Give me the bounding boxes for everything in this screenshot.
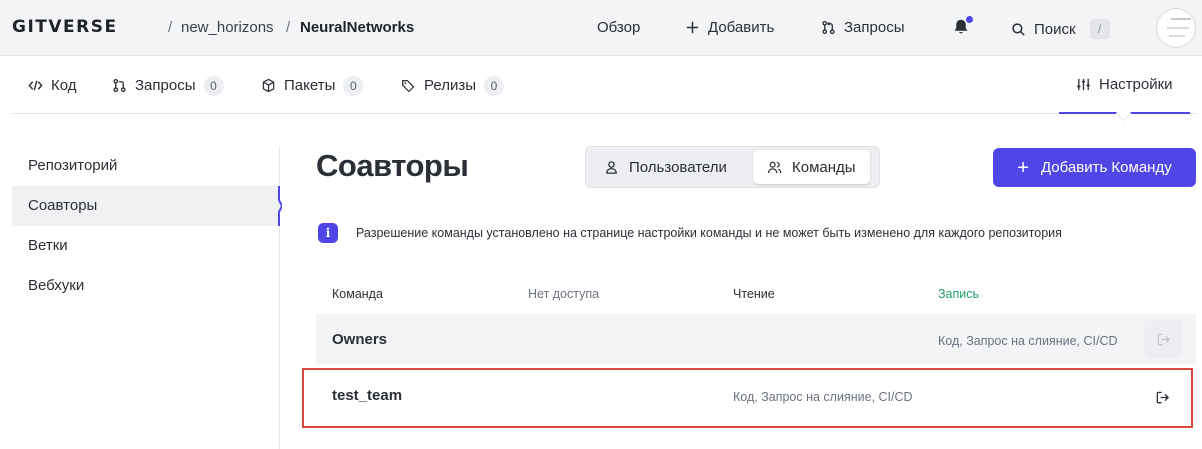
pull-request-icon: [113, 78, 126, 93]
sliders-icon: [1077, 78, 1090, 91]
breadcrumb-owner[interactable]: new_horizons: [181, 19, 274, 36]
breadcrumb-separator: /: [286, 19, 291, 36]
column-header-write: Запись: [938, 287, 980, 301]
sidebar-item-repository[interactable]: Репозиторий: [12, 146, 280, 186]
nav-add-label: Добавить: [708, 19, 775, 36]
tab-packages[interactable]: Пакеты 0: [261, 57, 364, 114]
avatar[interactable]: [1156, 8, 1196, 48]
sidebar-item-collaborators[interactable]: Соавторы: [12, 186, 280, 226]
tab-releases[interactable]: Релизы 0: [401, 57, 504, 114]
tab-settings-label: Настройки: [1099, 76, 1173, 93]
plus-icon: +: [1017, 156, 1029, 179]
highlight-box: [302, 368, 1193, 428]
add-team-label: Добавить Команду: [1040, 159, 1172, 176]
tab-requests[interactable]: Запросы 0: [112, 57, 224, 114]
nav-add[interactable]: Добавить: [685, 19, 774, 36]
team-permissions: Код, Запрос на слияние, CI/CD: [938, 334, 1118, 348]
segment-teams[interactable]: Команды: [753, 150, 870, 184]
tag-icon: [402, 80, 415, 93]
nav-overview-label: Обзор: [597, 19, 641, 36]
tab-code[interactable]: Код: [28, 57, 77, 114]
column-header-read: Чтение: [733, 287, 775, 301]
tab-releases-count: 0: [483, 75, 504, 96]
plus-icon: [686, 21, 699, 34]
breadcrumb-repo[interactable]: NeuralNetworks: [300, 19, 414, 36]
notification-dot: [966, 16, 973, 23]
tab-requests-label: Запросы: [135, 77, 196, 94]
tab-settings[interactable]: Настройки: [1059, 57, 1190, 114]
view-switcher: Пользователи Команды: [585, 146, 880, 188]
code-icon: [28, 80, 43, 91]
logout-icon: [1157, 333, 1170, 345]
tab-releases-label: Релизы: [424, 77, 476, 94]
segment-users[interactable]: Пользователи: [590, 150, 741, 184]
segment-users-label: Пользователи: [629, 158, 727, 176]
active-marker: [278, 186, 282, 226]
page-title: Соавторы: [316, 148, 469, 183]
info-icon: i: [318, 223, 338, 243]
info-message: Разрешение команды установлено на страни…: [356, 226, 1062, 240]
search-button[interactable]: Поиск /: [1011, 19, 1110, 39]
top-bar: GITVERSE / new_horizons / NeuralNetworks…: [0, 0, 1202, 56]
tab-packages-label: Пакеты: [284, 77, 336, 94]
user-icon: [606, 160, 617, 174]
repo-tabs: Код Запросы 0 Пакеты 0 Релизы 0 Настройк…: [12, 57, 1197, 114]
nav-requests-label: Запросы: [844, 19, 905, 36]
pull-request-icon: [822, 20, 835, 35]
search-icon: [1012, 22, 1025, 36]
column-header-no-access: Нет доступа: [528, 287, 600, 301]
column-header-team: Команда: [332, 287, 383, 301]
table-row: Owners Код, Запрос на слияние, CI/CD: [316, 314, 1196, 364]
settings-sidebar: Репозиторий Соавторы Ветки Вебхуки: [12, 146, 282, 449]
breadcrumb-separator: /: [168, 19, 173, 36]
search-label: Поиск: [1034, 20, 1076, 38]
leave-team-button[interactable]: [1144, 320, 1182, 358]
search-shortcut: /: [1089, 19, 1110, 39]
package-icon: [262, 78, 275, 93]
tab-packages-count: 0: [343, 75, 364, 96]
team-name[interactable]: Owners: [332, 331, 387, 348]
logo[interactable]: GITVERSE: [12, 17, 118, 37]
sidebar-item-webhooks[interactable]: Вебхуки: [12, 266, 280, 306]
users-icon: [767, 161, 782, 173]
segment-teams-label: Команды: [792, 158, 856, 176]
tab-code-label: Код: [51, 77, 77, 94]
tab-requests-count: 0: [203, 75, 224, 96]
nav-overview[interactable]: Обзор: [597, 19, 640, 36]
nav-requests[interactable]: Запросы: [821, 19, 905, 36]
sidebar-item-branches[interactable]: Ветки: [12, 226, 280, 266]
add-team-button[interactable]: + Добавить Команду: [993, 148, 1196, 187]
